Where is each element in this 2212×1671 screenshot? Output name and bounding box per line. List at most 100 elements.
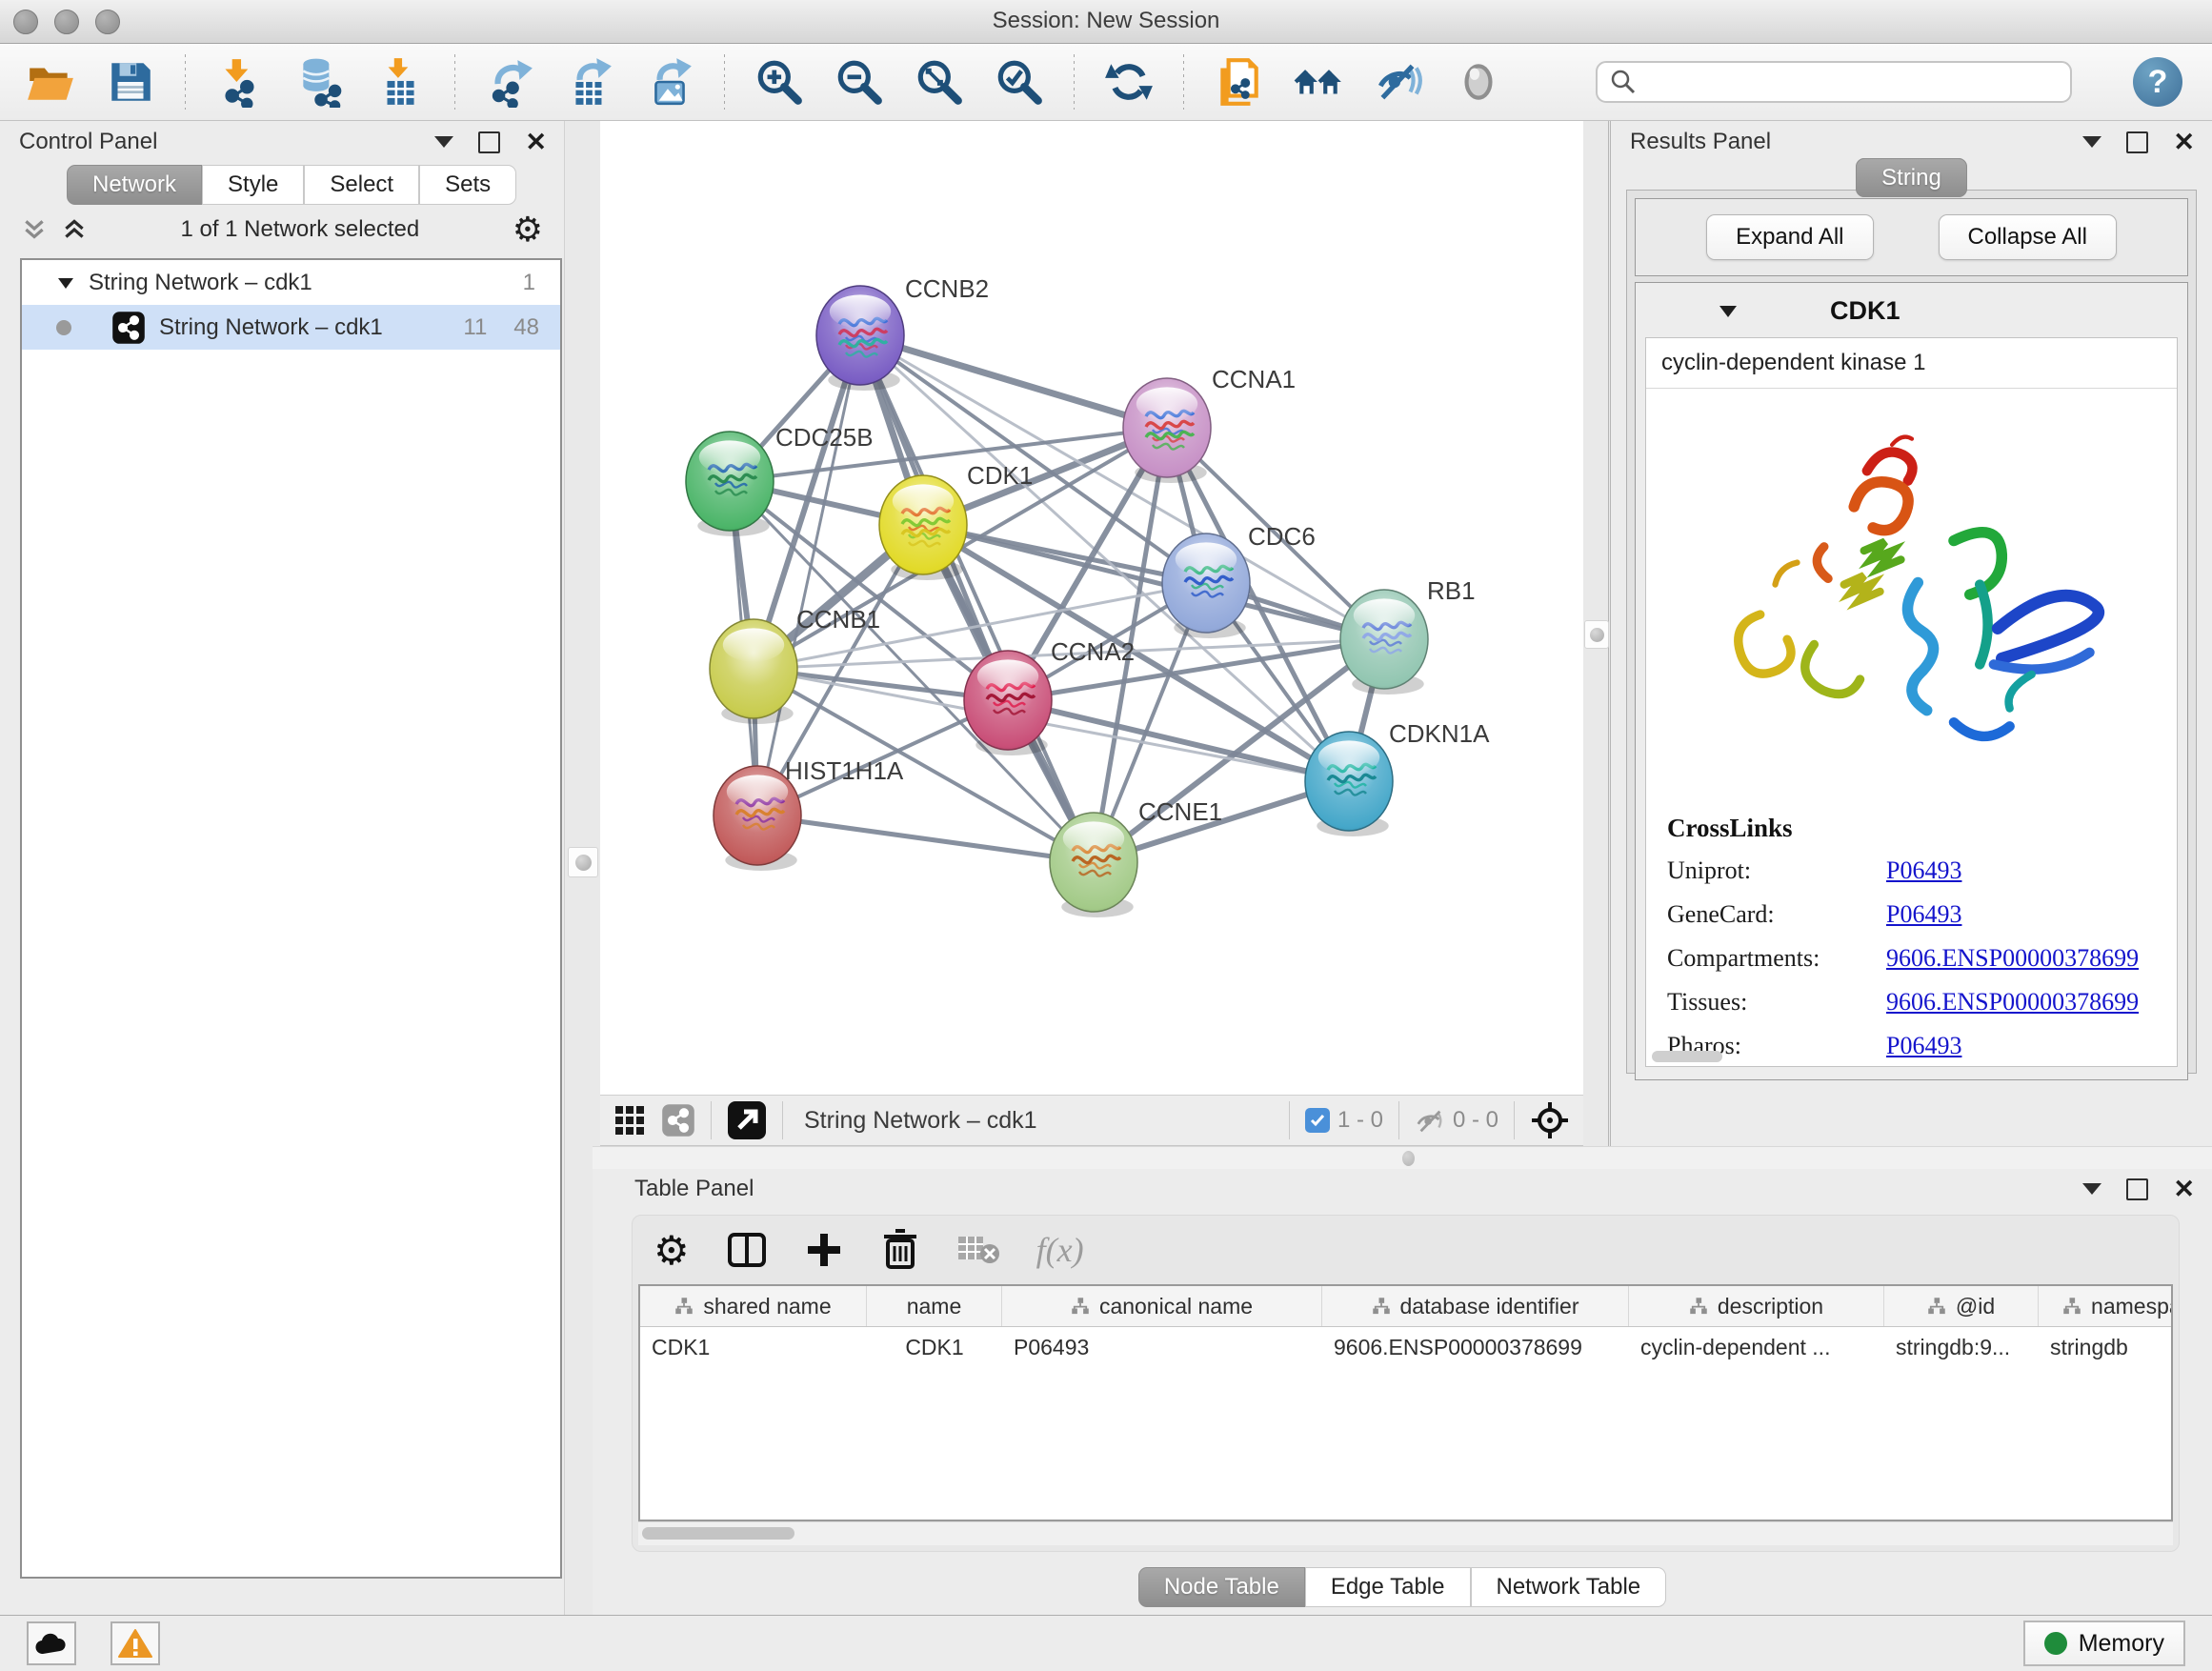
table-hscrollbar[interactable] <box>638 1521 2173 1545</box>
collapse-all-icon[interactable] <box>21 216 48 243</box>
tab-network-table[interactable]: Network Table <box>1471 1567 1667 1607</box>
hide-selected-icon[interactable] <box>1373 56 1424 108</box>
results-hscrollbar-thumb[interactable] <box>1652 1051 1722 1062</box>
column-header-description[interactable]: description <box>1629 1286 1884 1326</box>
column-header-namespace[interactable]: namespace <box>2039 1286 2173 1326</box>
float-panel-icon[interactable] <box>2082 1183 2101 1195</box>
show-all-icon[interactable] <box>1453 56 1504 108</box>
tab-network[interactable]: Network <box>67 165 202 205</box>
table-row[interactable]: CDK1CDK1P064939606.ENSP00000378699cyclin… <box>640 1327 2171 1367</box>
warning-status-button[interactable] <box>111 1621 160 1665</box>
network-view-type-icon[interactable] <box>661 1103 695 1137</box>
table-cell[interactable]: CDK1 <box>640 1327 867 1367</box>
collapse-all-button[interactable]: Collapse All <box>1939 214 2117 260</box>
import-network-from-database-icon[interactable] <box>294 56 346 108</box>
network-row[interactable]: String Network – cdk1 11 48 <box>22 305 560 350</box>
tab-style[interactable]: Style <box>202 165 304 205</box>
table-cell[interactable]: P06493 <box>1002 1327 1322 1367</box>
network-options-gear-icon[interactable]: ⚙ <box>513 212 543 247</box>
tab-edge-table[interactable]: Edge Table <box>1305 1567 1471 1607</box>
crosslink-link[interactable]: P06493 <box>1886 900 1961 929</box>
close-panel-icon[interactable]: ✕ <box>2173 130 2195 155</box>
first-neighbors-icon[interactable] <box>1293 56 1344 108</box>
network-node-rb1[interactable] <box>1340 590 1428 695</box>
network-node-ccnb2[interactable] <box>816 286 904 391</box>
export-network-icon[interactable] <box>484 56 535 108</box>
selected-checkbox-icon[interactable] <box>1305 1108 1330 1133</box>
birdseye-view-icon[interactable] <box>727 1100 767 1140</box>
horizontal-splitter-handle[interactable] <box>1402 1151 1415 1166</box>
save-session-icon[interactable] <box>105 56 156 108</box>
column-header-canonical-name[interactable]: canonical name <box>1002 1286 1322 1326</box>
expand-all-button[interactable]: Expand All <box>1706 214 1873 260</box>
right-splitter[interactable] <box>1583 121 1611 1146</box>
zoom-selected-icon[interactable] <box>994 56 1045 108</box>
function-builder-icon[interactable]: f(x) <box>1036 1230 1084 1270</box>
export-table-icon[interactable] <box>564 56 615 108</box>
network-node-cdc25b[interactable] <box>686 432 774 536</box>
float-panel-icon[interactable] <box>2082 136 2101 148</box>
network-node-ccna1[interactable] <box>1123 378 1211 483</box>
tab-string[interactable]: String <box>1856 158 1967 197</box>
collection-expand-icon[interactable] <box>56 273 75 292</box>
delete-column-icon[interactable] <box>880 1229 920 1271</box>
tab-node-table[interactable]: Node Table <box>1138 1567 1305 1607</box>
search-input[interactable] <box>1638 69 2059 95</box>
table-cell[interactable]: 9606.ENSP00000378699 <box>1322 1327 1629 1367</box>
table-cell[interactable]: cyclin-dependent ... <box>1629 1327 1884 1367</box>
cloud-status-button[interactable] <box>27 1621 76 1665</box>
add-column-icon[interactable] <box>804 1230 844 1270</box>
maximize-panel-icon[interactable] <box>2126 1178 2148 1200</box>
entry-collapse-icon[interactable] <box>1718 302 1739 321</box>
horizontal-splitter[interactable] <box>593 1146 2212 1171</box>
network-node-ccnb1[interactable] <box>710 619 797 724</box>
crosslink-link[interactable]: P06493 <box>1886 1032 1961 1060</box>
crosslink-link[interactable]: P06493 <box>1886 856 1961 885</box>
import-table-icon[interactable] <box>374 56 426 108</box>
network-collection-row[interactable]: String Network – cdk1 1 <box>22 260 560 305</box>
maximize-panel-icon[interactable] <box>2126 131 2148 153</box>
delete-table-icon[interactable] <box>956 1233 1000 1267</box>
show-column-icon[interactable] <box>726 1229 768 1271</box>
expand-all-icon[interactable] <box>61 216 88 243</box>
close-panel-icon[interactable]: ✕ <box>525 130 547 155</box>
zoom-fit-icon[interactable] <box>914 56 965 108</box>
zoom-in-icon[interactable] <box>754 56 805 108</box>
network-edge[interactable] <box>757 335 860 815</box>
network-node-ccne1[interactable] <box>1050 813 1137 917</box>
network-edge[interactable] <box>757 815 1094 862</box>
import-network-icon[interactable] <box>214 56 266 108</box>
float-panel-icon[interactable] <box>434 136 453 148</box>
network-graph[interactable]: CCNB2CCNA1CDC25BCDK1CDC6RB1CCNB1CCNA2CDK… <box>600 121 1583 1095</box>
close-panel-icon[interactable]: ✕ <box>2173 1177 2195 1202</box>
column-header--id[interactable]: @id <box>1884 1286 2039 1326</box>
tab-sets[interactable]: Sets <box>419 165 516 205</box>
table-cell[interactable]: stringdb <box>2039 1327 2173 1367</box>
help-button[interactable]: ? <box>2133 57 2182 107</box>
open-session-icon[interactable] <box>25 56 76 108</box>
toolbar-search[interactable] <box>1596 61 2072 103</box>
export-image-icon[interactable] <box>644 56 695 108</box>
network-snapshot-icon[interactable] <box>1213 56 1264 108</box>
network-node-cdkn1a[interactable] <box>1305 732 1393 836</box>
column-header-shared-name[interactable]: shared name <box>640 1286 867 1326</box>
column-header-database-identifier[interactable]: database identifier <box>1322 1286 1629 1326</box>
maximize-panel-icon[interactable] <box>478 131 500 153</box>
entry-header[interactable]: CDK1 <box>1636 283 2187 337</box>
crosshair-icon[interactable] <box>1530 1100 1570 1140</box>
grid-view-icon[interactable] <box>613 1104 646 1137</box>
crosslink-link[interactable]: 9606.ENSP00000378699 <box>1886 988 2139 1017</box>
network-canvas[interactable]: CCNB2CCNA1CDC25BCDK1CDC6RB1CCNB1CCNA2CDK… <box>600 121 1583 1095</box>
table-settings-gear-icon[interactable]: ⚙ <box>654 1227 690 1274</box>
zoom-out-icon[interactable] <box>834 56 885 108</box>
table-cell[interactable]: CDK1 <box>867 1327 1002 1367</box>
refresh-icon[interactable] <box>1103 56 1155 108</box>
crosslink-link[interactable]: 9606.ENSP00000378699 <box>1886 944 2139 973</box>
tab-select[interactable]: Select <box>304 165 419 205</box>
table-cell[interactable]: stringdb:9... <box>1884 1327 2039 1367</box>
network-edge[interactable] <box>860 335 1167 428</box>
column-header-name[interactable]: name <box>867 1286 1002 1326</box>
memory-button[interactable]: Memory <box>2023 1621 2185 1666</box>
left-splitter-handle[interactable] <box>568 847 598 877</box>
right-splitter-handle[interactable] <box>1584 620 1609 649</box>
